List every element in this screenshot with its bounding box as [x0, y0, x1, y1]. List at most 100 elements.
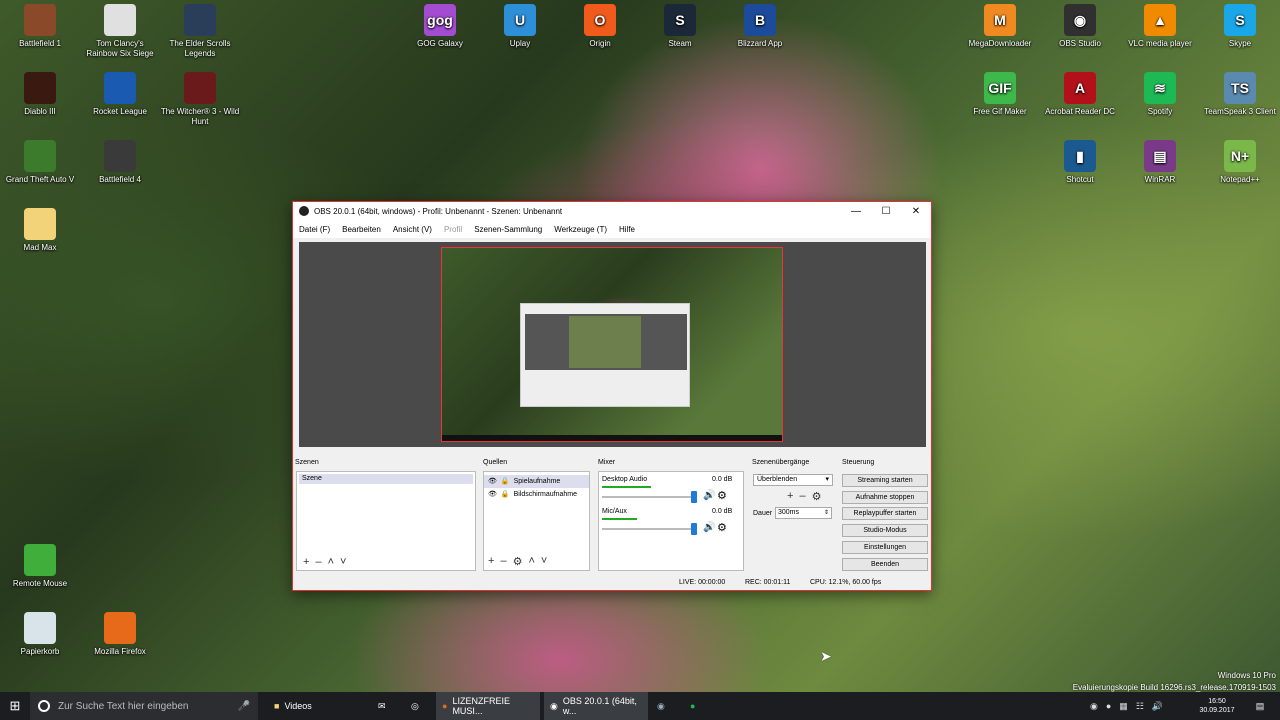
close-button[interactable]: ✕ — [901, 206, 931, 217]
maximize-button[interactable]: ☐ — [871, 206, 901, 217]
scene-item[interactable]: Szene — [299, 474, 473, 484]
desktop-icon[interactable]: Rocket League — [80, 72, 160, 117]
gear-icon[interactable]: ⚙ — [812, 490, 822, 503]
gear-icon[interactable]: ⚙ — [513, 555, 523, 568]
tray-app-icon[interactable]: ● — [1106, 701, 1111, 711]
clock[interactable]: 16:50 30.09.2017 — [1198, 692, 1236, 720]
menu-hilfe[interactable]: Hilfe — [619, 225, 635, 234]
desktop-icon[interactable]: Papierkorb — [0, 612, 80, 657]
sources-panel: 👁 🔒 Spielaufnahme 👁 🔒 Bildschirmaufnahme… — [483, 471, 590, 571]
volume-slider-track[interactable] — [602, 528, 694, 530]
source-item[interactable]: 👁 🔒 Bildschirmaufnahme — [484, 488, 589, 501]
taskbar-item-obs[interactable]: ◉ OBS 20.0.1 (64bit, w... — [544, 692, 648, 720]
spin-arrows-icon[interactable]: ⇕ — [824, 508, 829, 518]
remove-source-icon[interactable]: – — [500, 555, 506, 568]
remove-transition-icon[interactable]: – — [799, 490, 805, 503]
move-up-icon[interactable]: ˄ — [528, 555, 534, 568]
control-button[interactable]: Einstellungen — [842, 540, 928, 554]
desktop-icon[interactable]: Battlefield 1 — [0, 4, 80, 49]
menu-ansicht[interactable]: Ansicht (V) — [393, 225, 432, 234]
desktop-icon[interactable]: ≋ Spotify — [1120, 72, 1200, 117]
desktop-icon[interactable]: TS TeamSpeak 3 Client — [1200, 72, 1280, 117]
battlefield4-icon — [104, 140, 136, 172]
desktop-icon[interactable]: The Witcher® 3 - Wild Hunt — [160, 72, 240, 127]
desktop-icon[interactable]: GIF Free Gif Maker — [960, 72, 1040, 117]
desktop-icon[interactable]: A Acrobat Reader DC — [1040, 72, 1120, 117]
control-button[interactable]: Replaypuffer starten — [842, 507, 928, 521]
desktop-icon[interactable]: Diablo III — [0, 72, 80, 117]
tray-app-icon[interactable]: ▦ — [1119, 701, 1128, 712]
desktop-icon[interactable]: ▲ VLC media player — [1120, 4, 1200, 49]
eye-icon[interactable]: 👁 — [488, 488, 497, 501]
desktop-icon[interactable]: U Uplay — [480, 4, 560, 49]
menu-werkzeuge[interactable]: Werkzeuge (T) — [554, 225, 607, 234]
desktop-icon[interactable]: The Elder Scrolls Legends — [160, 4, 240, 59]
desktop-icon[interactable]: M MegaDownloader — [960, 4, 1040, 49]
volume-slider-knob[interactable] — [691, 523, 697, 535]
desktop-icon[interactable]: Mozilla Firefox — [80, 612, 160, 657]
preview-canvas[interactable] — [441, 247, 783, 442]
desktop-icon[interactable]: ◉ OBS Studio — [1040, 4, 1120, 49]
desktop-icon[interactable]: ▤ WinRAR — [1120, 140, 1200, 185]
tray-steam-icon[interactable]: ◉ — [1090, 701, 1098, 712]
desktop-icon[interactable]: Mad Max — [0, 208, 80, 253]
menu-datei[interactable]: Datei (F) — [299, 225, 330, 234]
eye-icon[interactable]: 👁 — [488, 475, 497, 488]
source-item[interactable]: 👁 🔒 Spielaufnahme — [484, 475, 589, 488]
control-button[interactable]: Streaming starten — [842, 474, 928, 487]
speaker-icon[interactable]: 🔊 — [703, 490, 715, 501]
gog-icon: gog — [424, 4, 456, 36]
taskbar-item-firefox[interactable]: ● LIZENZFREIE MUSI... — [436, 692, 540, 720]
menu-bearbeiten[interactable]: Bearbeiten — [342, 225, 381, 234]
acrobat-icon: A — [1064, 72, 1096, 104]
steam-icon[interactable]: ◉ — [657, 692, 675, 720]
desktop-icon[interactable]: S Steam — [640, 4, 720, 49]
lock-icon[interactable]: 🔒 — [501, 488, 510, 501]
windows-start-icon[interactable]: ⊞ — [0, 692, 30, 720]
minimize-button[interactable]: — — [841, 206, 871, 217]
desktop-icon-label: Free Gif Maker — [973, 107, 1027, 116]
volume-slider-knob[interactable] — [691, 491, 697, 503]
desktop-icon[interactable]: ▮ Shotcut — [1040, 140, 1120, 185]
duration-spinbox[interactable]: 300ms ⇕ — [775, 507, 832, 519]
transition-select[interactable]: Überblenden ▾ — [753, 474, 833, 486]
desktop-icon[interactable]: Tom Clancy's Rainbow Six Siege — [80, 4, 160, 59]
add-scene-icon[interactable]: + — [303, 556, 309, 568]
tray-network-icon[interactable]: ☷ — [1136, 701, 1144, 712]
menu-profil[interactable]: Profil — [444, 225, 462, 234]
add-transition-icon[interactable]: + — [787, 490, 793, 503]
microphone-icon[interactable]: 🎤 — [238, 701, 250, 712]
mail-icon[interactable]: ✉ — [378, 692, 396, 720]
tray-volume-icon[interactable]: 🔊 — [1152, 701, 1163, 712]
spotify-icon[interactable]: ● — [690, 692, 708, 720]
obs-window[interactable]: OBS 20.0.1 (64bit, windows) - Profil: Un… — [292, 201, 932, 591]
desktop-icon[interactable]: Battlefield 4 — [80, 140, 160, 185]
lock-icon[interactable]: 🔒 — [501, 475, 510, 488]
move-up-icon[interactable]: ˄ — [328, 556, 334, 568]
gear-icon[interactable]: ⚙ — [717, 489, 727, 502]
control-button[interactable]: Aufnahme stoppen — [842, 490, 928, 504]
notifications-icon[interactable]: ▤ — [1250, 692, 1270, 720]
obs-titlebar[interactable]: OBS 20.0.1 (64bit, windows) - Profil: Un… — [293, 202, 931, 220]
menu-szenen-sammlung[interactable]: Szenen-Sammlung — [474, 225, 542, 234]
media-player-icon[interactable]: ◎ — [411, 692, 429, 720]
desktop-icon[interactable]: Grand Theft Auto V — [0, 140, 80, 185]
speaker-icon[interactable]: 🔊 — [703, 522, 715, 533]
move-down-icon[interactable]: ˅ — [340, 556, 346, 568]
desktop-icon[interactable]: B Blizzard App — [720, 4, 800, 49]
remove-scene-icon[interactable]: – — [315, 556, 321, 568]
gear-icon[interactable]: ⚙ — [717, 521, 727, 534]
taskbar-search[interactable]: Zur Suche Text hier eingeben 🎤 — [30, 692, 258, 720]
desktop-icon[interactable]: S Skype — [1200, 4, 1280, 49]
add-source-icon[interactable]: + — [488, 555, 494, 568]
move-down-icon[interactable]: ˅ — [541, 555, 547, 568]
taskbar-item-videos[interactable]: ■ Videos — [266, 692, 366, 720]
desktop-icon[interactable]: O Origin — [560, 4, 640, 49]
preview-area[interactable] — [299, 242, 926, 447]
control-button[interactable]: Beenden — [842, 557, 928, 571]
desktop-icon[interactable]: Remote Mouse — [0, 544, 80, 589]
desktop-icon[interactable]: gog GOG Galaxy — [400, 4, 480, 49]
control-button[interactable]: Studio-Modus — [842, 524, 928, 538]
desktop-icon[interactable]: N+ Notepad++ — [1200, 140, 1280, 185]
volume-slider-track[interactable] — [602, 496, 694, 498]
